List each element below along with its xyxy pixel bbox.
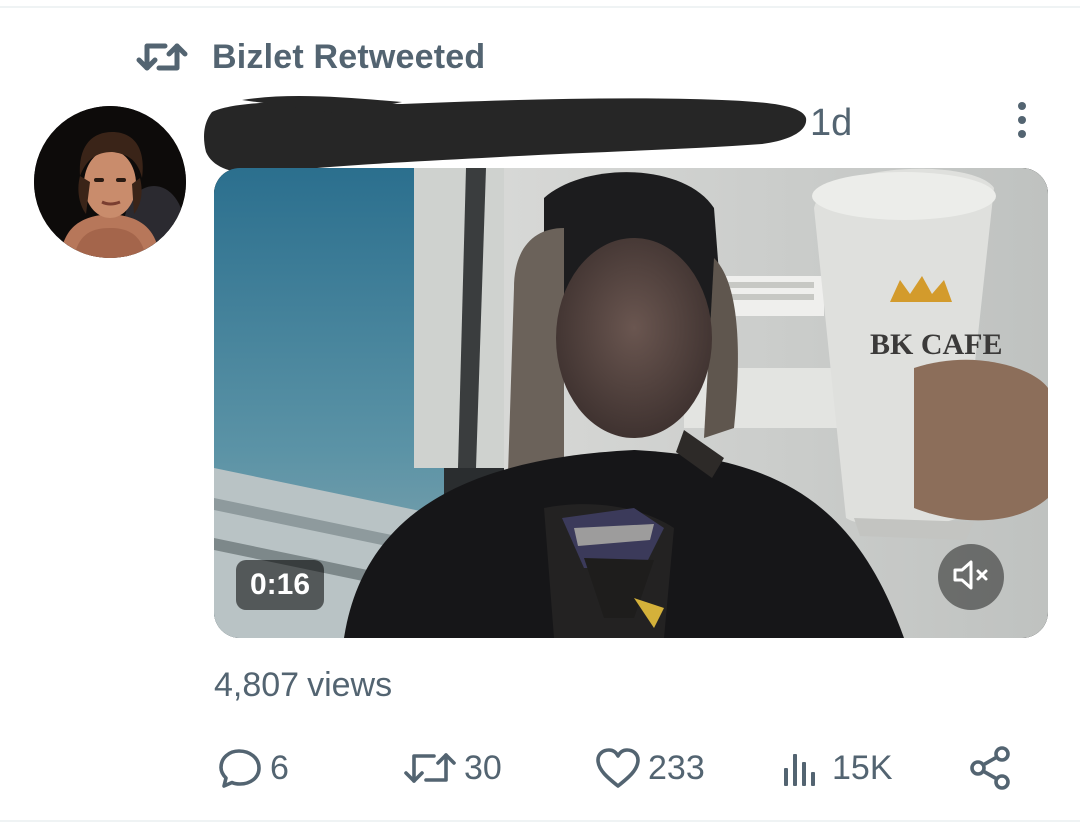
like-icon (594, 746, 642, 790)
reply-button[interactable]: 6 (218, 740, 289, 796)
retweet-context[interactable]: Bizlet Retweeted (136, 34, 485, 80)
cup-text: BK CAFE (870, 328, 1003, 361)
reply-count: 6 (270, 748, 289, 787)
video-player[interactable]: BK CAFE 0:16 (214, 168, 1048, 638)
view-count: 4,807 views (214, 666, 392, 705)
video-duration: 0:16 (236, 560, 325, 610)
avatar[interactable] (34, 106, 186, 258)
like-count: 233 (648, 748, 705, 787)
analytics-count: 15K (832, 748, 893, 787)
retweet-count: 30 (464, 748, 502, 787)
reply-icon (218, 746, 264, 790)
bottom-divider (0, 820, 1080, 822)
retweet-icon (136, 36, 188, 78)
more-options-button[interactable] (1005, 100, 1039, 144)
analytics-button[interactable]: 15K (780, 740, 893, 796)
retweet-button[interactable]: 30 (402, 740, 502, 796)
share-icon (966, 744, 1014, 792)
view-count-label: views (307, 666, 393, 704)
top-divider (0, 6, 1080, 8)
like-button[interactable]: 233 (594, 740, 705, 796)
tweet-card[interactable]: Bizlet Retweeted 1d BK CAFE 0:16 4,807 v… (0, 0, 1080, 824)
video-frame: BK CAFE (214, 168, 1048, 638)
tweet-actions: 6 30 233 15K (214, 740, 1024, 796)
analytics-icon (780, 746, 826, 790)
mute-icon (951, 558, 991, 597)
view-count-number: 4,807 (214, 666, 300, 704)
retweet-icon (402, 747, 458, 789)
tweet-timestamp[interactable]: 1d (810, 102, 852, 145)
mute-toggle-button[interactable] (938, 544, 1004, 610)
more-icon (1016, 100, 1028, 145)
share-button[interactable] (966, 740, 1020, 796)
retweet-label: Bizlet Retweeted (212, 37, 486, 76)
